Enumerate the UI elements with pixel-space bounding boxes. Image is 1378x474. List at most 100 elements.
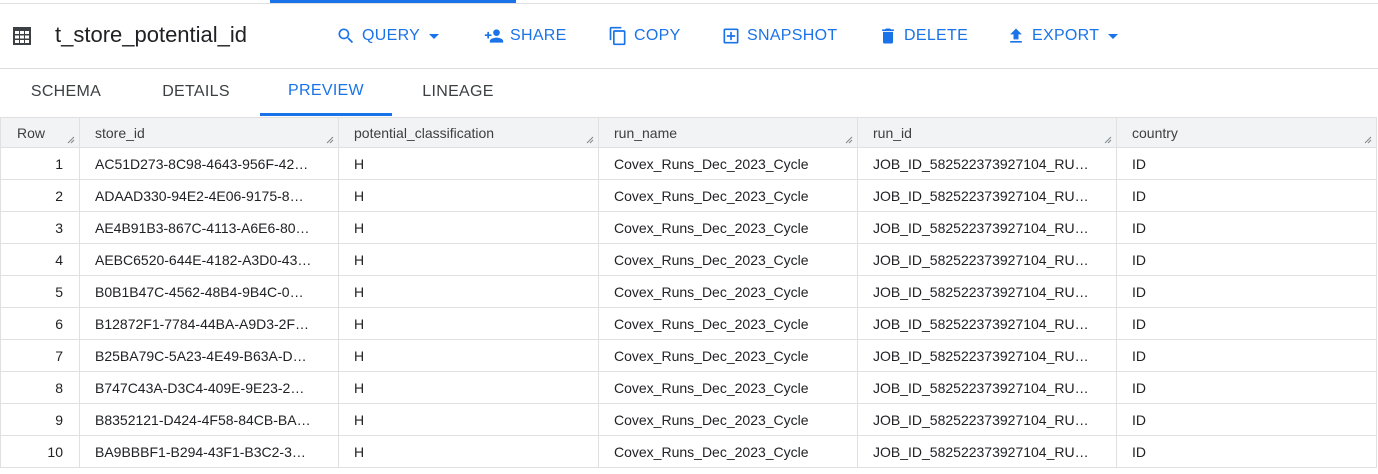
cell-potential-classification[interactable]: H bbox=[338, 371, 599, 404]
cell-run-name[interactable]: Covex_Runs_Dec_2023_Cycle bbox=[598, 403, 858, 436]
cell-run-id[interactable]: JOB_ID_582522373927104_RU… bbox=[857, 339, 1117, 372]
cell-run-id[interactable]: JOB_ID_582522373927104_RU… bbox=[857, 307, 1117, 340]
resize-handle-icon[interactable] bbox=[1364, 136, 1372, 144]
resize-handle-icon[interactable] bbox=[1104, 136, 1112, 144]
cell-potential-classification[interactable]: H bbox=[338, 403, 599, 436]
cell-store-id[interactable]: AEBC6520-644E-4182-A3D0-43… bbox=[79, 243, 339, 276]
column-header-run-id[interactable]: run_id bbox=[857, 117, 1117, 148]
delete-button[interactable]: DELETE bbox=[878, 24, 968, 48]
cell-run-name[interactable]: Covex_Runs_Dec_2023_Cycle bbox=[598, 339, 858, 372]
resize-handle-icon[interactable] bbox=[586, 136, 594, 144]
share-label: SHARE bbox=[510, 27, 567, 44]
cell-country[interactable]: ID bbox=[1116, 211, 1377, 244]
table-row: 4 AEBC6520-644E-4182-A3D0-43… H Covex_Ru… bbox=[0, 243, 1377, 276]
chevron-down-icon bbox=[1108, 33, 1119, 39]
tab-lineage[interactable]: LINEAGE bbox=[392, 69, 524, 114]
row-number: 10 bbox=[0, 435, 80, 468]
query-label: QUERY bbox=[362, 27, 421, 44]
row-number: 7 bbox=[0, 339, 80, 372]
cell-potential-classification[interactable]: H bbox=[338, 435, 599, 468]
upload-icon bbox=[1010, 28, 1022, 43]
tab-bar: SCHEMA DETAILS PREVIEW LINEAGE bbox=[0, 69, 1378, 116]
cell-country[interactable]: ID bbox=[1116, 275, 1377, 308]
cell-potential-classification[interactable]: H bbox=[338, 179, 599, 212]
cell-store-id[interactable]: B747C43A-D3C4-409E-9E23-2… bbox=[79, 371, 339, 404]
resize-handle-icon[interactable] bbox=[326, 136, 334, 144]
snapshot-label: SNAPSHOT bbox=[747, 27, 838, 44]
cell-run-name[interactable]: Covex_Runs_Dec_2023_Cycle bbox=[598, 307, 858, 340]
cell-potential-classification[interactable]: H bbox=[338, 147, 599, 180]
chevron-down-icon bbox=[429, 33, 440, 39]
cell-run-id[interactable]: JOB_ID_582522373927104_RU… bbox=[857, 243, 1117, 276]
cell-country[interactable]: ID bbox=[1116, 371, 1377, 404]
table-row: 1 AC51D273-8C98-4643-956F-42… H Covex_Ru… bbox=[0, 147, 1377, 180]
cell-run-name[interactable]: Covex_Runs_Dec_2023_Cycle bbox=[598, 275, 858, 308]
share-button[interactable]: SHARE bbox=[484, 24, 567, 48]
cell-potential-classification[interactable]: H bbox=[338, 307, 599, 340]
column-header-row[interactable]: Row bbox=[0, 117, 80, 148]
cell-run-id[interactable]: JOB_ID_582522373927104_RU… bbox=[857, 275, 1117, 308]
cell-run-id[interactable]: JOB_ID_582522373927104_RU… bbox=[857, 147, 1117, 180]
cell-run-id[interactable]: JOB_ID_582522373927104_RU… bbox=[857, 435, 1117, 468]
cell-run-id[interactable]: JOB_ID_582522373927104_RU… bbox=[857, 179, 1117, 212]
table-row: 10 BA9BBBF1-B294-43F1-B3C2-3… H Covex_Ru… bbox=[0, 435, 1377, 468]
tab-schema[interactable]: SCHEMA bbox=[0, 69, 132, 114]
column-header-run-name[interactable]: run_name bbox=[598, 117, 858, 148]
cell-run-name[interactable]: Covex_Runs_Dec_2023_Cycle bbox=[598, 179, 858, 212]
cell-run-name[interactable]: Covex_Runs_Dec_2023_Cycle bbox=[598, 147, 858, 180]
row-number: 4 bbox=[0, 243, 80, 276]
cell-country[interactable]: ID bbox=[1116, 179, 1377, 212]
cell-potential-classification[interactable]: H bbox=[338, 339, 599, 372]
cell-store-id[interactable]: B0B1B47C-4562-48B4-9B4C-0… bbox=[79, 275, 339, 308]
row-number: 5 bbox=[0, 275, 80, 308]
table-icon bbox=[13, 27, 31, 45]
column-header-store-id[interactable]: store_id bbox=[79, 117, 339, 148]
cell-store-id[interactable]: B25BA79C-5A23-4E49-B63A-D… bbox=[79, 339, 339, 372]
cell-run-name[interactable]: Covex_Runs_Dec_2023_Cycle bbox=[598, 211, 858, 244]
cell-store-id[interactable]: B12872F1-7784-44BA-A9D3-2F… bbox=[79, 307, 339, 340]
export-button[interactable]: EXPORT bbox=[1006, 24, 1119, 48]
table-header-row: Row store_id potential_classification ru… bbox=[0, 117, 1377, 148]
cell-potential-classification[interactable]: H bbox=[338, 243, 599, 276]
cell-country[interactable]: ID bbox=[1116, 243, 1377, 276]
export-label: EXPORT bbox=[1032, 27, 1100, 44]
cell-potential-classification[interactable]: H bbox=[338, 275, 599, 308]
resize-handle-icon[interactable] bbox=[845, 136, 853, 144]
cell-potential-classification[interactable]: H bbox=[338, 211, 599, 244]
cell-country[interactable]: ID bbox=[1116, 147, 1377, 180]
preview-table: Row store_id potential_classification ru… bbox=[0, 117, 1377, 468]
cell-store-id[interactable]: BA9BBBF1-B294-43F1-B3C2-3… bbox=[79, 435, 339, 468]
row-number: 3 bbox=[0, 211, 80, 244]
row-number: 6 bbox=[0, 307, 80, 340]
cell-country[interactable]: ID bbox=[1116, 403, 1377, 436]
cell-country[interactable]: ID bbox=[1116, 339, 1377, 372]
tab-preview[interactable]: PREVIEW bbox=[260, 69, 392, 116]
cell-run-id[interactable]: JOB_ID_582522373927104_RU… bbox=[857, 371, 1117, 404]
cell-store-id[interactable]: ADAAD330-94E2-4E06-9175-8… bbox=[79, 179, 339, 212]
cell-country[interactable]: ID bbox=[1116, 435, 1377, 468]
column-header-potential-classification[interactable]: potential_classification bbox=[338, 117, 599, 148]
table-row: 9 B8352121-D424-4F58-84CB-BA… H Covex_Ru… bbox=[0, 403, 1377, 436]
resize-handle-icon[interactable] bbox=[67, 136, 75, 144]
column-header-country[interactable]: country bbox=[1116, 117, 1377, 148]
cell-store-id[interactable]: AC51D273-8C98-4643-956F-42… bbox=[79, 147, 339, 180]
cell-run-name[interactable]: Covex_Runs_Dec_2023_Cycle bbox=[598, 435, 858, 468]
tab-details[interactable]: DETAILS bbox=[132, 69, 260, 114]
cell-country[interactable]: ID bbox=[1116, 307, 1377, 340]
snapshot-button[interactable]: SNAPSHOT bbox=[721, 24, 837, 48]
cell-run-id[interactable]: JOB_ID_582522373927104_RU… bbox=[857, 403, 1117, 436]
table-row: 5 B0B1B47C-4562-48B4-9B4C-0… H Covex_Run… bbox=[0, 275, 1377, 308]
search-icon bbox=[338, 28, 354, 44]
query-button[interactable]: QUERY bbox=[336, 24, 440, 48]
table-row: 7 B25BA79C-5A23-4E49-B63A-D… H Covex_Run… bbox=[0, 339, 1377, 372]
cell-run-name[interactable]: Covex_Runs_Dec_2023_Cycle bbox=[598, 243, 858, 276]
cell-store-id[interactable]: AE4B91B3-867C-4113-A6E6-80… bbox=[79, 211, 339, 244]
cell-store-id[interactable]: B8352121-D424-4F58-84CB-BA… bbox=[79, 403, 339, 436]
copy-label: COPY bbox=[634, 27, 681, 44]
copy-button[interactable]: COPY bbox=[608, 24, 681, 48]
cell-run-id[interactable]: JOB_ID_582522373927104_RU… bbox=[857, 211, 1117, 244]
row-number: 8 bbox=[0, 371, 80, 404]
cell-run-name[interactable]: Covex_Runs_Dec_2023_Cycle bbox=[598, 371, 858, 404]
toolbar: t_store_potential_id QUERY SHARE COPY SN… bbox=[0, 4, 1378, 69]
row-number: 2 bbox=[0, 179, 80, 212]
